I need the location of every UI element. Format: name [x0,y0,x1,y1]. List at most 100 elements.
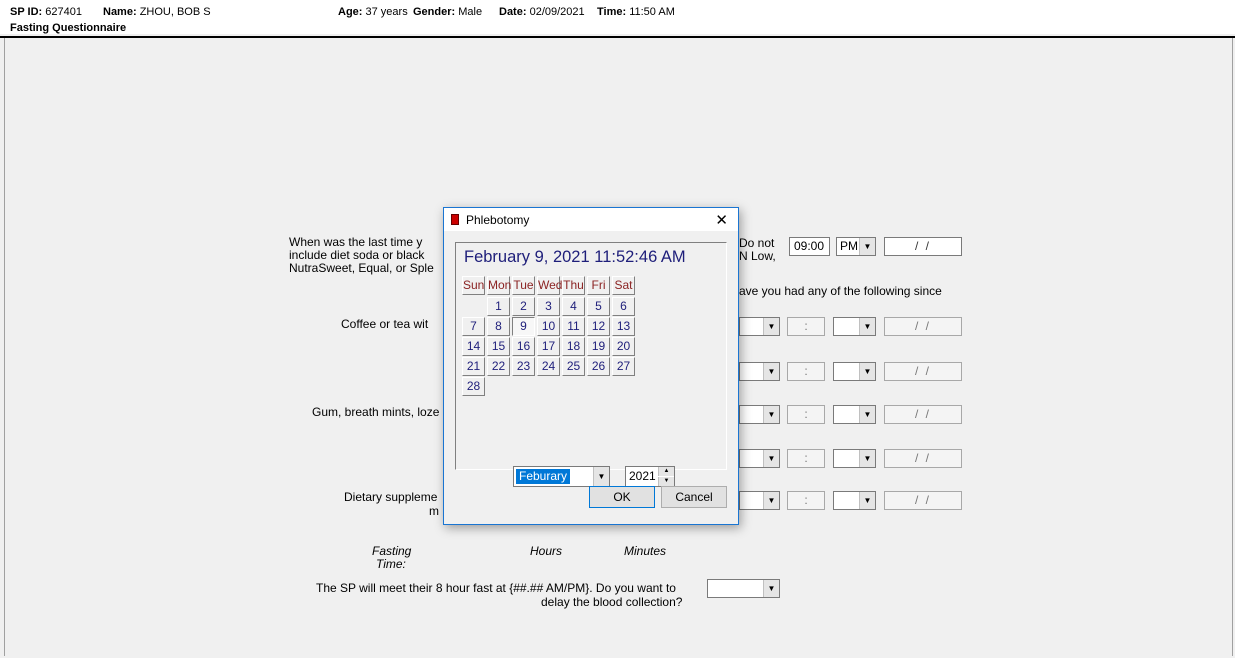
spinner-down-icon[interactable]: ▼ [658,477,674,486]
age-label: Age: [338,6,363,18]
q1-time-input[interactable]: 09:00 [789,237,830,256]
dialog-title: Phlebotomy [466,213,530,227]
form-title: Fasting Questionnaire [10,22,127,34]
gender-field: Gender: Male [413,6,482,18]
calendar-day[interactable]: 22 [487,357,510,376]
chevron-down-icon[interactable]: ▼ [763,318,779,335]
panel-border-right [1232,38,1233,656]
calendar-day[interactable]: 28 [462,377,485,396]
chevron-down-icon[interactable]: ▼ [859,238,875,255]
calendar-day[interactable]: 11 [562,317,585,336]
weekday-header: Wed [537,276,562,295]
dietary-ampm2-select[interactable]: ▼ [833,491,876,510]
row4-date-input[interactable]: / / [884,449,962,468]
weekday-header: Fri [587,276,610,295]
weekday-header: Sat [612,276,635,295]
calendar-day[interactable]: 27 [612,357,635,376]
calendar-day[interactable]: 23 [512,357,535,376]
spinner-up-icon[interactable]: ▲ [658,467,674,476]
name-value: ZHOU, BOB S [139,6,211,18]
calendar-day[interactable]: 17 [537,337,560,356]
calendar-day[interactable]: 10 [537,317,560,336]
calendar-day[interactable]: 1 [487,297,510,316]
coffee-ampm-select[interactable]: ▼ [739,317,780,336]
delay-select[interactable]: ▼ [707,579,780,598]
calendar-day[interactable]: 4 [562,297,585,316]
chevron-down-icon[interactable]: ▼ [593,467,609,486]
row2-ampm2-select[interactable]: ▼ [833,362,876,381]
q1-right-line-2: N Low, [739,249,776,263]
chevron-down-icon[interactable]: ▼ [763,450,779,467]
gum-ampm2-select[interactable]: ▼ [833,405,876,424]
cancel-button[interactable]: Cancel [661,486,727,508]
calendar-day[interactable]: 15 [487,337,510,356]
coffee-date-input[interactable]: / / [884,317,962,336]
dialog-titlebar[interactable]: Phlebotomy ✕ [444,208,738,231]
calendar-day-selected[interactable]: 9 [512,317,535,336]
calendar-day[interactable]: 3 [537,297,560,316]
row4-ampm-select[interactable]: ▼ [739,449,780,468]
weekday-header: Thu [562,276,585,295]
q1-ampm-value: PM [840,239,858,253]
chevron-down-icon[interactable]: ▼ [859,406,875,423]
chevron-down-icon[interactable]: ▼ [859,318,875,335]
date-label: Date: [499,6,527,18]
gum-date-input[interactable]: / / [884,405,962,424]
calendar-day[interactable]: 12 [587,317,610,336]
calendar-day[interactable]: 26 [587,357,610,376]
calendar-day[interactable]: 21 [462,357,485,376]
q1-ampm-select[interactable]: PM ▼ [836,237,876,256]
gum-time-input[interactable]: : [787,405,825,424]
year-spinner[interactable]: 2021 ▲ ▼ [625,466,675,487]
chevron-down-icon[interactable]: ▼ [859,450,875,467]
chevron-down-icon[interactable]: ▼ [859,363,875,380]
row2-time-input[interactable]: : [787,362,825,381]
sp-id-value: 627401 [45,6,82,18]
row2-ampm-select[interactable]: ▼ [739,362,780,381]
calendar-day[interactable]: 19 [587,337,610,356]
calendar-day[interactable]: 5 [587,297,610,316]
fasting-time-label: Fasting Time: [372,545,411,571]
phlebotomy-dialog: Phlebotomy ✕ February 9, 2021 11:52:46 A… [443,207,739,525]
calendar-day[interactable]: 16 [512,337,535,356]
calendar-day[interactable]: 6 [612,297,635,316]
calendar-day[interactable]: 8 [487,317,510,336]
hours-label: Hours [530,544,563,558]
calendar-day[interactable]: 24 [537,357,560,376]
dietary-label-2: m [429,504,439,518]
chevron-down-icon[interactable]: ▼ [763,580,779,597]
row4-time-input[interactable]: : [787,449,825,468]
age-value: 37 years [365,6,408,18]
calendar-day[interactable]: 25 [562,357,585,376]
calendar-day[interactable]: 13 [612,317,635,336]
chevron-down-icon[interactable]: ▼ [763,492,779,509]
calendar-datetime: February 9, 2021 11:52:46 AM [464,248,686,266]
time-field: Time: 11:50 AM [597,6,675,18]
calendar-day[interactable]: 7 [462,317,485,336]
month-value: Feburary [516,469,571,484]
dietary-label-1: Dietary suppleme [344,490,438,504]
chevron-down-icon[interactable]: ▼ [859,492,875,509]
close-icon[interactable]: ✕ [715,211,728,229]
coffee-ampm2-select[interactable]: ▼ [833,317,876,336]
gum-ampm-select[interactable]: ▼ [739,405,780,424]
phlebotomy-app-icon [451,214,459,225]
dietary-ampm-select[interactable]: ▼ [739,491,780,510]
chevron-down-icon[interactable]: ▼ [763,406,779,423]
coffee-time-input[interactable]: : [787,317,825,336]
patient-header: SP ID: 627401 Name: ZHOU, BOB S Age: 37 … [0,0,1235,34]
ok-button[interactable]: OK [589,486,655,508]
row4-ampm2-select[interactable]: ▼ [833,449,876,468]
row2-date-input[interactable]: / / [884,362,962,381]
q1-date-input[interactable]: / / [884,237,962,256]
weekday-header: Mon [487,276,511,295]
dietary-time-input[interactable]: : [787,491,825,510]
chevron-down-icon[interactable]: ▼ [763,363,779,380]
calendar-day[interactable]: 20 [612,337,635,356]
month-select[interactable]: Feburary ▼ [513,466,610,487]
date-field: Date: 02/09/2021 [499,6,585,18]
calendar-day[interactable]: 14 [462,337,485,356]
dietary-date-input[interactable]: / / [884,491,962,510]
calendar-day[interactable]: 18 [562,337,585,356]
calendar-day[interactable]: 2 [512,297,535,316]
